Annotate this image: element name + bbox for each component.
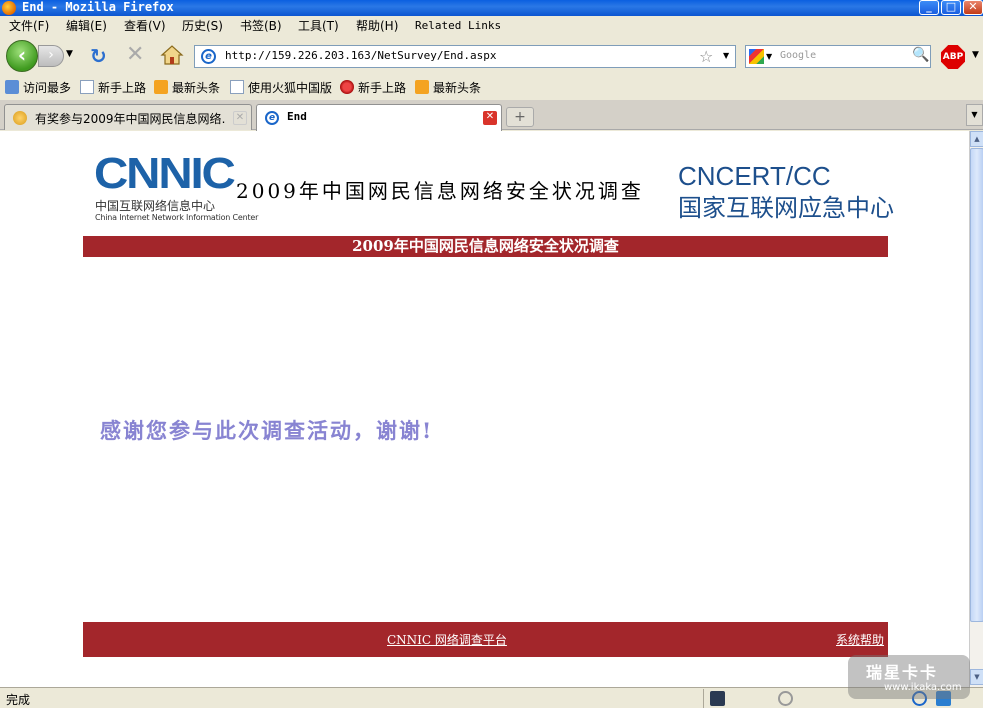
forward-arrow-icon: ›: [48, 47, 54, 63]
scroll-down-icon[interactable]: ▼: [970, 669, 983, 685]
menu-tools[interactable]: 工具(T): [298, 18, 339, 34]
home-icon[interactable]: [160, 44, 184, 66]
google-engine-icon[interactable]: [749, 49, 764, 64]
cnnic-logo: CNNIC 中国互联网络信息中心 China Internet Network …: [94, 149, 258, 223]
reload-icon[interactable]: ↻: [90, 45, 107, 67]
search-placeholder: Google: [780, 50, 817, 61]
search-folder-icon: [5, 80, 19, 94]
navigation-toolbar: ‹ › ▼ ↻ ✕ e http://159.226.203.163/NetSu…: [0, 36, 983, 76]
cncert-logo-mark: CNCERT/CC: [678, 161, 831, 191]
watermark-brand: 瑞星卡卡: [866, 663, 939, 682]
tab-end[interactable]: e End ✕: [256, 104, 502, 131]
status-text: 完成: [6, 693, 31, 707]
speech-bubble-icon: [13, 111, 27, 125]
maximize-button[interactable]: □: [941, 0, 961, 15]
engine-dropdown-icon[interactable]: ▼: [766, 52, 772, 61]
address-bar[interactable]: e http://159.226.203.163/NetSurvey/End.a…: [194, 45, 736, 68]
close-tab-icon[interactable]: ✕: [233, 111, 247, 125]
close-tab-icon[interactable]: ✕: [483, 111, 497, 125]
ie-icon: e: [265, 111, 279, 125]
bookmark-latest-headlines[interactable]: 最新头条: [154, 80, 220, 96]
forward-button[interactable]: ›: [38, 45, 64, 67]
footer-link-platform[interactable]: CNNIC 网络调查平台: [387, 631, 507, 648]
thanks-message: 感谢您参与此次调查活动，谢谢!: [100, 418, 434, 443]
survey-title-bar: 2009年中国网民信息网络安全状况调查: [83, 236, 888, 257]
page-content: CNNIC 中国互联网络信息中心 China Internet Network …: [0, 131, 969, 687]
bookmark-latest-headlines-2[interactable]: 最新头条: [415, 80, 481, 96]
feed-icon: [415, 80, 429, 94]
status-divider: [703, 689, 704, 708]
page-icon: [230, 80, 244, 94]
disabled-icon[interactable]: [778, 691, 793, 706]
bookmark-most-visited[interactable]: 访问最多: [5, 80, 71, 96]
page-icon: [80, 80, 94, 94]
feed-icon: [154, 80, 168, 94]
tab-list-icon[interactable]: ▼: [966, 104, 983, 126]
window-title: End - Mozilla Firefox: [22, 0, 174, 14]
adblock-icon[interactable]: ABP: [941, 45, 965, 69]
search-icon[interactable]: 🔍: [912, 47, 929, 63]
back-arrow-icon: ‹: [17, 43, 27, 67]
menu-file[interactable]: 文件(F): [9, 18, 49, 34]
cnnic-logo-en: China Internet Network Information Cente…: [95, 213, 259, 222]
site-ie-icon: e: [201, 49, 216, 64]
menu-view[interactable]: 查看(V): [124, 18, 166, 34]
url-text: http://159.226.203.163/NetSurvey/End.asp…: [225, 49, 497, 62]
tab-strip: 有奖参与2009年中国网民信息网络… ✕ e End ✕ + ▼: [0, 100, 983, 131]
back-button[interactable]: ‹: [6, 40, 38, 72]
menu-history[interactable]: 历史(S): [182, 18, 223, 34]
cncert-logo-cn: 国家互联网应急中心: [678, 194, 894, 222]
scroll-up-icon[interactable]: ▲: [970, 131, 983, 147]
new-tab-button[interactable]: +: [506, 107, 534, 127]
vertical-scrollbar[interactable]: ▲ ▼: [969, 131, 983, 687]
status-bar: 完成: [0, 687, 983, 708]
menu-bookmarks[interactable]: 书签(B): [240, 18, 282, 34]
menu-edit[interactable]: 编辑(E): [66, 18, 107, 34]
addon-icon[interactable]: [710, 691, 725, 706]
menu-bar: 文件(F) 编辑(E) 查看(V) 历史(S) 书签(B) 工具(T) 帮助(H…: [0, 16, 983, 36]
watermark: 瑞星卡卡 www.ikaka.com: [848, 655, 970, 699]
menu-related-links[interactable]: Related Links: [415, 18, 501, 34]
page-footer: CNNIC 网络调查平台 系统帮助: [83, 622, 888, 657]
url-dropdown-icon[interactable]: ▼: [723, 51, 729, 60]
bookmark-star-icon[interactable]: ☆: [699, 47, 713, 66]
firefox-icon: [2, 1, 16, 15]
header-title: 2009年中国网民信息网络安全状况调查: [236, 179, 644, 203]
footer-link-help[interactable]: 系统帮助: [836, 631, 884, 648]
bookmark-getting-started[interactable]: 新手上路: [80, 80, 146, 96]
toolbar-overflow-icon[interactable]: ▼: [972, 50, 979, 60]
bookmark-firefox-china[interactable]: 使用火狐中国版: [230, 80, 332, 96]
history-dropdown-icon[interactable]: ▼: [66, 49, 73, 59]
cncert-logo: CNCERT/CC 国家互联网应急中心: [678, 161, 894, 229]
scroll-thumb[interactable]: [970, 148, 983, 622]
cnnic-logo-cn: 中国互联网络信息中心: [95, 199, 216, 213]
window-titlebar: End - Mozilla Firefox _ □ ✕: [0, 0, 983, 16]
search-box[interactable]: ▼ Google 🔍: [745, 45, 931, 68]
watermark-url: www.ikaka.com: [884, 682, 962, 693]
bookmarks-toolbar: 访问最多 新手上路 最新头条 使用火狐中国版 新手上路 最新头条: [0, 76, 983, 100]
cnnic-logo-mark: CNNIC: [94, 149, 236, 198]
minimize-button[interactable]: _: [919, 0, 939, 15]
close-window-button[interactable]: ✕: [963, 0, 983, 15]
bookmark-getting-started-2[interactable]: 新手上路: [340, 80, 406, 96]
menu-help[interactable]: 帮助(H): [356, 18, 398, 34]
stop-icon[interactable]: ✕: [126, 44, 144, 66]
firefox-icon: [340, 80, 354, 94]
tab-survey[interactable]: 有奖参与2009年中国网民信息网络… ✕: [4, 104, 252, 130]
